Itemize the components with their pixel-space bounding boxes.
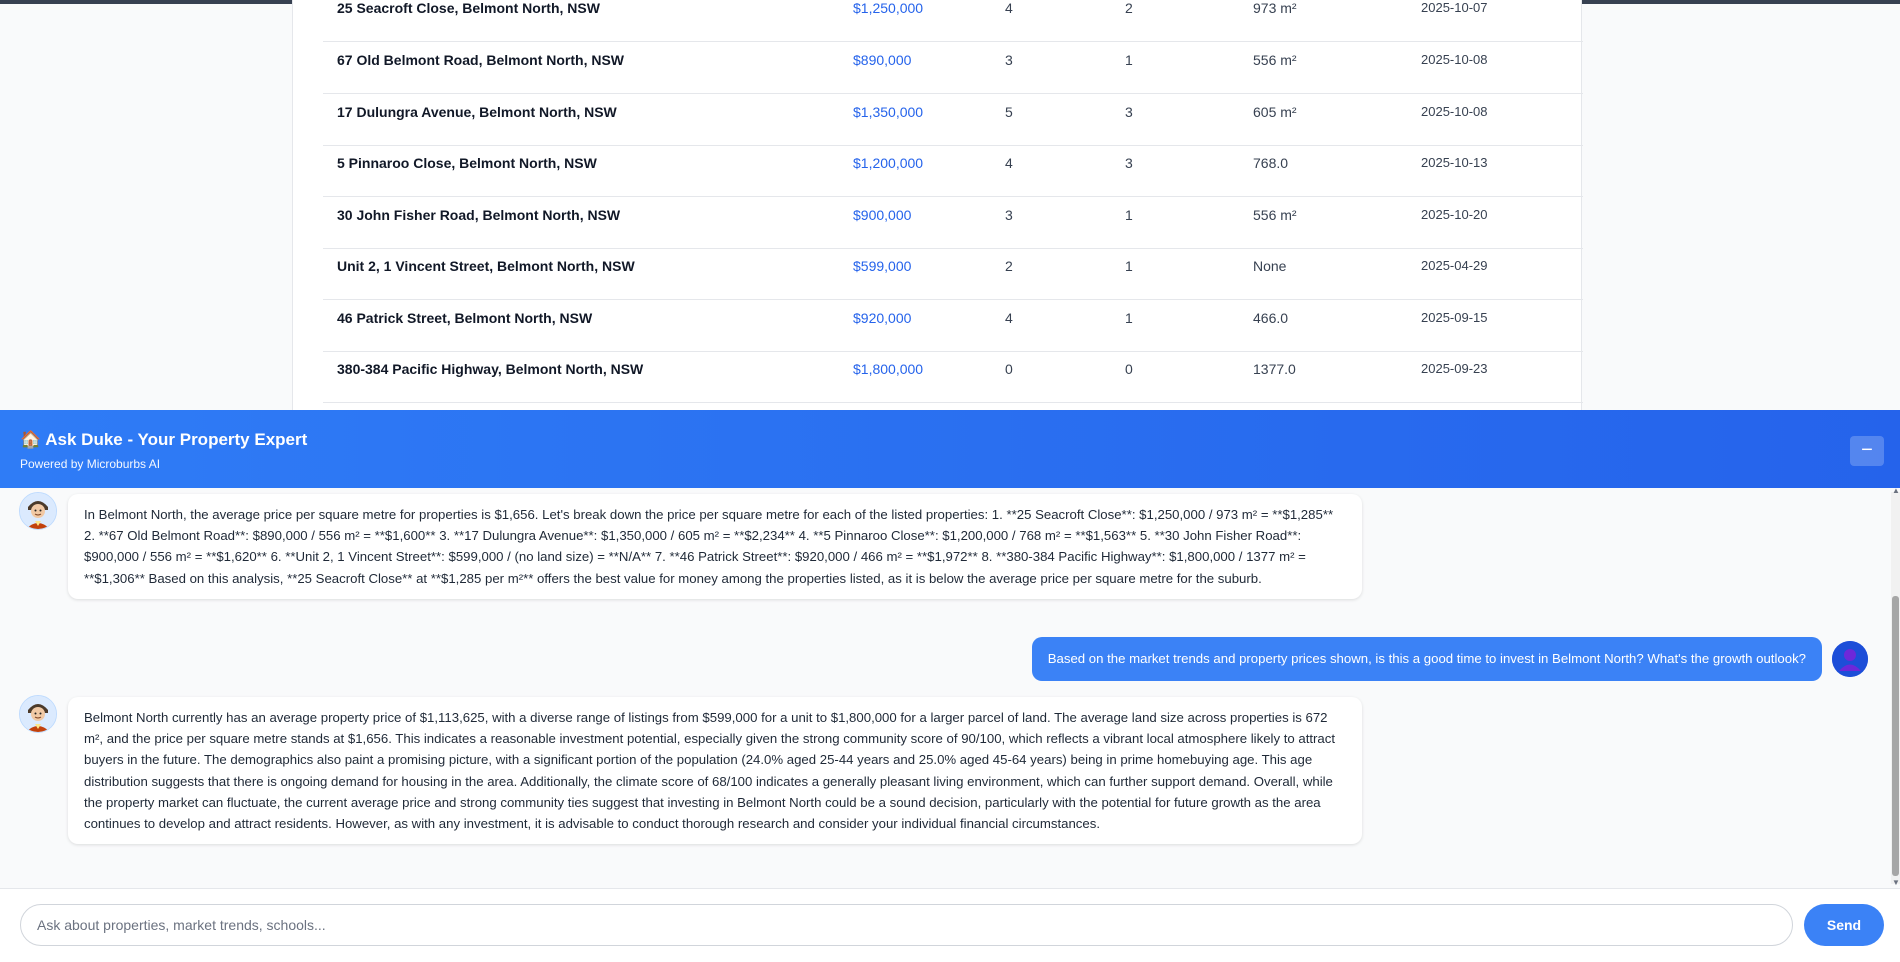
listing-address: 17 Dulungra Avenue, Belmont North, NSW: [337, 104, 617, 120]
chat-input[interactable]: [20, 904, 1793, 946]
chat-messages[interactable]: In Belmont North, the average price per …: [0, 488, 1900, 888]
listing-baths: 3: [1125, 155, 1133, 171]
listings-table: 25 Seacroft Close, Belmont North, NSW $1…: [292, 0, 1583, 410]
listing-baths: 1: [1125, 310, 1133, 326]
listing-baths: 1: [1125, 258, 1133, 274]
listing-beds: 2: [1005, 258, 1013, 274]
chat-title: 🏠 Ask Duke - Your Property Expert: [20, 430, 308, 449]
listing-address: 25 Seacroft Close, Belmont North, NSW: [337, 0, 600, 16]
listing-land-size: 1377.0: [1253, 361, 1296, 377]
table-row[interactable]: 380-384 Pacific Highway, Belmont North, …: [323, 351, 1583, 403]
listing-beds: 4: [1005, 155, 1013, 171]
listing-address: 380-384 Pacific Highway, Belmont North, …: [337, 361, 644, 377]
listing-date: 2025-04-29: [1421, 258, 1488, 273]
listing-land-size: 973 m²: [1253, 0, 1297, 16]
listing-date: 2025-10-08: [1421, 52, 1488, 67]
table-row[interactable]: 17 Dulungra Avenue, Belmont North, NSW $…: [323, 94, 1583, 146]
table-row[interactable]: 5 Pinnaroo Close, Belmont North, NSW $1,…: [323, 145, 1583, 197]
bot-avatar-icon: [19, 695, 57, 733]
listing-beds: 0: [1005, 361, 1013, 377]
table-row[interactable]: 46 Patrick Street, Belmont North, NSW $9…: [323, 300, 1583, 352]
listing-address: 67 Old Belmont Road, Belmont North, NSW: [337, 52, 625, 68]
listing-price[interactable]: $900,000: [853, 197, 911, 248]
listing-date: 2025-09-23: [1421, 361, 1488, 376]
table-row[interactable]: 67 Old Belmont Road, Belmont North, NSW …: [323, 42, 1583, 94]
listing-baths: 3: [1125, 104, 1133, 120]
user-avatar-icon: [1832, 641, 1868, 677]
listing-beds: 3: [1005, 52, 1013, 68]
listing-price[interactable]: $1,800,000: [853, 351, 923, 402]
listing-date: 2025-09-15: [1421, 310, 1488, 325]
minimize-button[interactable]: −: [1850, 436, 1884, 466]
table-row[interactable]: Unit 2, 1 Vincent Street, Belmont North,…: [323, 248, 1583, 300]
listing-land-size: 605 m²: [1253, 104, 1297, 120]
listing-price[interactable]: $1,350,000: [853, 94, 923, 145]
scroll-down-icon[interactable]: ▼: [1892, 879, 1900, 887]
user-message: Based on the market trends and property …: [1031, 637, 1822, 681]
chat-widget: 🏠 Ask Duke - Your Property Expert Powere…: [0, 410, 1900, 962]
listing-price[interactable]: $599,000: [853, 248, 911, 299]
listing-address: Unit 2, 1 Vincent Street, Belmont North,…: [337, 258, 635, 274]
listing-date: 2025-10-08: [1421, 104, 1488, 119]
chat-header: 🏠 Ask Duke - Your Property Expert Powere…: [0, 410, 1900, 488]
send-button[interactable]: Send: [1804, 904, 1884, 946]
listing-beds: 4: [1005, 0, 1013, 16]
chat-subtitle: Powered by Microburbs AI: [20, 457, 161, 471]
chat-input-bar: Send: [0, 888, 1900, 962]
listing-date: 2025-10-13: [1421, 155, 1488, 170]
listing-beds: 3: [1005, 207, 1013, 223]
listing-price[interactable]: $1,250,000: [853, 0, 923, 41]
bot-message: In Belmont North, the average price per …: [68, 494, 1362, 599]
listing-land-size: 556 m²: [1253, 207, 1297, 223]
listing-beds: 4: [1005, 310, 1013, 326]
listing-baths: 1: [1125, 207, 1133, 223]
listing-address: 30 John Fisher Road, Belmont North, NSW: [337, 207, 621, 223]
bot-message: Belmont North currently has an average p…: [68, 697, 1362, 845]
bot-avatar-icon: [19, 492, 57, 530]
listing-price[interactable]: $1,200,000: [853, 145, 923, 196]
listing-price[interactable]: $890,000: [853, 42, 911, 93]
listing-baths: 2: [1125, 0, 1133, 16]
listing-land-size: 556 m²: [1253, 52, 1297, 68]
listing-land-size: None: [1253, 258, 1287, 274]
listing-land-size: 466.0: [1253, 310, 1289, 326]
scrollbar-thumb[interactable]: [1892, 596, 1899, 876]
listing-beds: 5: [1005, 104, 1013, 120]
listing-price[interactable]: $920,000: [853, 300, 911, 351]
listing-address: 5 Pinnaroo Close, Belmont North, NSW: [337, 155, 597, 171]
listing-date: 2025-10-07: [1421, 0, 1488, 15]
listing-baths: 1: [1125, 52, 1133, 68]
listing-baths: 0: [1125, 361, 1133, 377]
listing-land-size: 768.0: [1253, 155, 1289, 171]
table-row[interactable]: 30 John Fisher Road, Belmont North, NSW …: [323, 197, 1583, 249]
table-row[interactable]: 25 Seacroft Close, Belmont North, NSW $1…: [323, 0, 1583, 42]
listing-address: 46 Patrick Street, Belmont North, NSW: [337, 310, 593, 326]
scroll-up-icon[interactable]: ▲: [1892, 488, 1900, 495]
listing-date: 2025-10-20: [1421, 207, 1488, 222]
